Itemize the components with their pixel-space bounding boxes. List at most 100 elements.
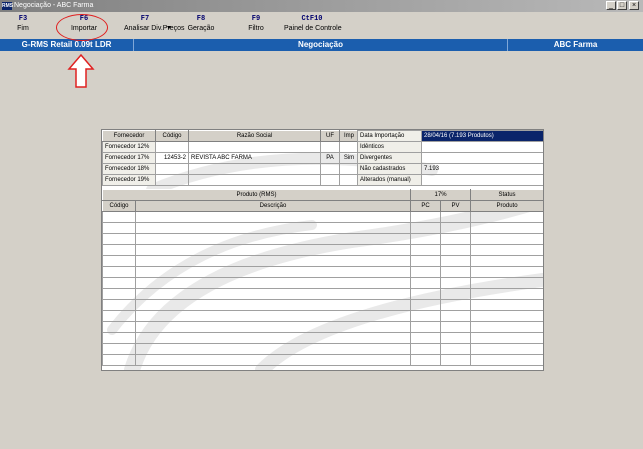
produto-cell[interactable]	[440, 244, 472, 256]
produto-cell[interactable]	[134, 211, 412, 223]
produto-cell[interactable]	[102, 354, 136, 366]
table-row[interactable]	[102, 277, 543, 289]
table-row[interactable]	[102, 343, 543, 355]
produto-cell[interactable]	[134, 266, 412, 278]
produto-cell[interactable]	[470, 343, 543, 355]
produto-cell[interactable]	[410, 321, 442, 333]
table-row[interactable]	[102, 354, 543, 366]
razao-cell[interactable]	[188, 163, 321, 175]
col-pv[interactable]: PV	[440, 200, 472, 212]
analisar-precos-button[interactable]: F7 Analisar Div.Preços	[124, 15, 185, 34]
close-button[interactable]: ×	[629, 1, 639, 10]
produto-cell[interactable]	[134, 332, 412, 344]
table-row[interactable]: Fornecedor 19%	[102, 174, 359, 186]
produto-cell[interactable]	[440, 255, 472, 267]
produto-cell[interactable]	[134, 343, 412, 355]
produto-cell[interactable]	[440, 211, 472, 223]
nao-cadastrados-value[interactable]: 7.193	[421, 163, 543, 175]
produto-cell[interactable]	[470, 277, 543, 289]
painel-controle-button[interactable]: CtF10 Painel de Controle	[284, 15, 342, 34]
produto-cell[interactable]	[440, 354, 472, 366]
codigo-cell[interactable]	[155, 174, 189, 186]
produto-cell[interactable]	[134, 299, 412, 311]
produto-cell[interactable]	[410, 233, 442, 245]
col-uf[interactable]: UF	[320, 130, 340, 142]
produto-cell[interactable]	[470, 255, 543, 267]
produto-cell[interactable]	[440, 277, 472, 289]
produto-cell[interactable]	[134, 310, 412, 322]
col-razao-social[interactable]: Razão Social	[188, 130, 321, 142]
maximize-button[interactable]: □	[617, 1, 627, 10]
table-row[interactable]	[102, 244, 543, 256]
produto-cell[interactable]	[440, 288, 472, 300]
uf-cell[interactable]: PA	[320, 152, 340, 164]
filtro-button[interactable]: F9 Filtro	[244, 15, 268, 34]
produto-cell[interactable]	[440, 299, 472, 311]
produto-cell[interactable]	[102, 211, 136, 223]
table-row[interactable]	[102, 233, 543, 245]
col-codigo-produto[interactable]: Código	[102, 200, 136, 212]
produto-cell[interactable]	[470, 211, 543, 223]
data-importacao-value[interactable]: 28/04/16 (7.193 Produtos)	[421, 130, 543, 142]
codigo-cell[interactable]	[155, 163, 189, 175]
uf-cell[interactable]	[320, 141, 340, 153]
produto-cell[interactable]	[410, 332, 442, 344]
produto-cell[interactable]	[102, 266, 136, 278]
col-fornecedor[interactable]: Fornecedor	[102, 130, 156, 142]
produto-cell[interactable]	[134, 244, 412, 256]
produto-cell[interactable]	[470, 332, 543, 344]
razao-cell[interactable]	[188, 174, 321, 186]
produto-cell[interactable]	[440, 266, 472, 278]
col-codigo[interactable]: Código	[155, 130, 189, 142]
produto-cell[interactable]	[410, 277, 442, 289]
produto-cell[interactable]	[134, 255, 412, 267]
razao-cell[interactable]	[188, 141, 321, 153]
produto-cell[interactable]	[470, 288, 543, 300]
produto-cell[interactable]	[134, 354, 412, 366]
produto-cell[interactable]	[102, 343, 136, 355]
imp-cell[interactable]	[339, 174, 359, 186]
produto-cell[interactable]	[470, 233, 543, 245]
col-descricao[interactable]: Descrição	[134, 200, 412, 212]
imp-cell[interactable]: Sim	[339, 152, 359, 164]
produto-cell[interactable]	[410, 354, 442, 366]
table-row[interactable]	[102, 321, 543, 333]
produto-cell[interactable]	[410, 244, 442, 256]
uf-cell[interactable]	[320, 174, 340, 186]
table-row[interactable]: Fornecedor 17% 12453-2 REVISTA ABC FARMA…	[102, 152, 359, 164]
produto-cell[interactable]	[134, 233, 412, 245]
produto-cell[interactable]	[440, 310, 472, 322]
imp-cell[interactable]	[339, 163, 359, 175]
table-row[interactable]	[102, 310, 543, 322]
produto-cell[interactable]	[470, 354, 543, 366]
produto-cell[interactable]	[470, 299, 543, 311]
produto-cell[interactable]	[410, 211, 442, 223]
table-row[interactable]: Fornecedor 12%	[102, 141, 359, 153]
produto-cell[interactable]	[102, 233, 136, 245]
produto-cell[interactable]	[134, 277, 412, 289]
divergentes-value[interactable]	[421, 152, 543, 164]
produto-cell[interactable]	[410, 299, 442, 311]
alterados-manual-value[interactable]	[421, 174, 543, 186]
produto-cell[interactable]	[470, 310, 543, 322]
produto-cell[interactable]	[102, 310, 136, 322]
table-row[interactable]	[102, 255, 543, 267]
uf-cell[interactable]	[320, 163, 340, 175]
importar-button[interactable]: F6 Importar	[64, 15, 104, 34]
imp-cell[interactable]	[339, 141, 359, 153]
produto-cell[interactable]	[102, 222, 136, 234]
produto-cell[interactable]	[102, 288, 136, 300]
produto-cell[interactable]	[440, 343, 472, 355]
produto-cell[interactable]	[440, 321, 472, 333]
produto-cell[interactable]	[102, 332, 136, 344]
produto-cell[interactable]	[440, 233, 472, 245]
produto-cell[interactable]	[134, 321, 412, 333]
identicos-value[interactable]	[421, 141, 543, 153]
minimize-button[interactable]: _	[606, 1, 616, 10]
produto-cell[interactable]	[134, 288, 412, 300]
codigo-cell[interactable]	[155, 141, 189, 153]
col-pc[interactable]: PC	[410, 200, 442, 212]
produto-cell[interactable]	[440, 332, 472, 344]
produto-cell[interactable]	[410, 288, 442, 300]
col-imp[interactable]: Imp	[339, 130, 359, 142]
